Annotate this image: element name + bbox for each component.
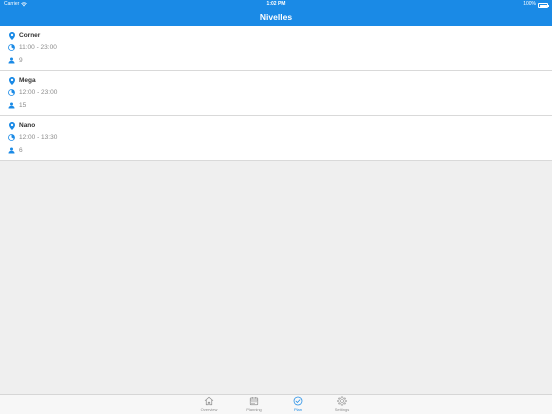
location-pin-icon	[8, 121, 15, 130]
clock-icon	[8, 88, 15, 97]
list-item[interactable]: Nano 12:00 - 13:30 6	[0, 116, 552, 161]
room-hours: 12:00 - 13:30	[19, 134, 58, 141]
battery-icon	[538, 3, 549, 8]
room-capacity: 6	[19, 146, 23, 154]
calendar-icon	[249, 397, 259, 406]
list-item[interactable]: Corner 11:00 - 23:00 9	[0, 26, 552, 71]
location-pin-icon	[8, 31, 15, 40]
room-name: Corner	[19, 32, 41, 39]
room-name: Nano	[19, 122, 36, 129]
tab-label: Planning	[246, 407, 262, 412]
status-battery: 100%	[523, 0, 549, 9]
navigation-bar: Carrier 1:02 PM 100% Nivelles	[0, 0, 552, 26]
tab-settings[interactable]: Settings	[327, 396, 357, 414]
tab-plan[interactable]: Plan	[283, 396, 313, 414]
room-hours-row: 11:00 - 23:00	[8, 43, 57, 52]
room-hours-row: 12:00 - 23:00	[8, 88, 57, 97]
tab-bar: Overview Planning Plan Settings	[0, 394, 552, 414]
room-hours-row: 12:00 - 13:30	[8, 133, 57, 142]
tab-label: Overview	[200, 407, 218, 412]
person-icon	[8, 101, 15, 110]
page-title: Nivelles	[259, 12, 293, 22]
tab-label: Plan	[293, 407, 302, 412]
room-capacity: 15	[19, 101, 27, 109]
status-bar: Carrier 1:02 PM 100%	[0, 0, 552, 9]
tab-overview[interactable]: Overview	[194, 396, 224, 414]
tab-label: Settings	[334, 407, 350, 412]
room-hours: 11:00 - 23:00	[19, 44, 57, 51]
gear-icon	[337, 396, 347, 406]
room-capacity-row: 9	[8, 56, 23, 65]
list-item[interactable]: Mega 12:00 - 23:00 15	[0, 71, 552, 116]
clock-icon	[8, 43, 15, 52]
room-name-row: Nano	[8, 121, 35, 130]
room-capacity: 9	[19, 56, 23, 64]
room-name-row: Corner	[8, 31, 40, 40]
battery-percent: 100%	[523, 1, 536, 7]
rooms-list: Corner 11:00 - 23:00 9 Mega 12:00 - 23:0…	[0, 26, 552, 161]
room-hours: 12:00 - 23:00	[19, 89, 58, 96]
location-pin-icon	[8, 76, 15, 85]
tab-planning[interactable]: Planning	[239, 396, 269, 414]
home-icon	[204, 396, 214, 406]
room-name-row: Mega	[8, 76, 36, 85]
person-icon	[8, 56, 15, 65]
room-name: Mega	[19, 77, 36, 84]
check-circle-icon	[293, 396, 303, 406]
room-capacity-row: 6	[8, 146, 23, 155]
status-time: 1:02 PM	[266, 1, 286, 7]
clock-icon	[8, 133, 15, 142]
room-capacity-row: 15	[8, 101, 26, 110]
person-icon	[8, 146, 15, 155]
